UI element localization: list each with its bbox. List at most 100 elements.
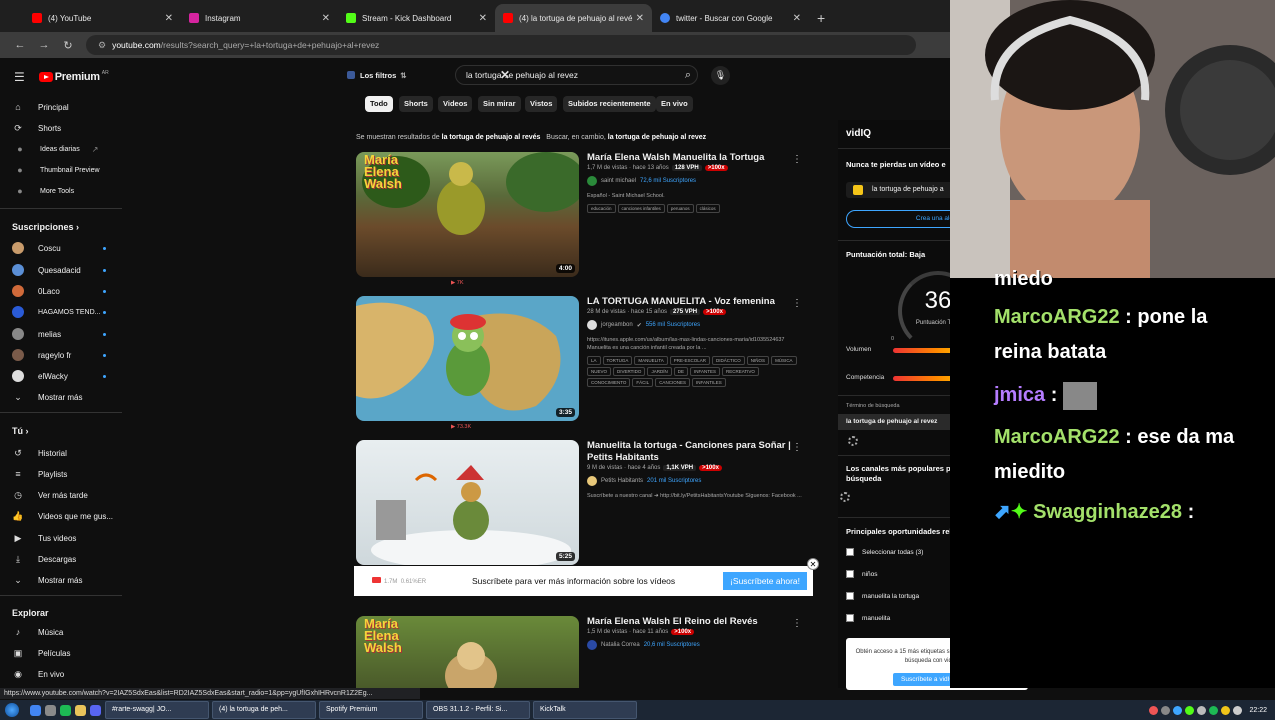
video-result[interactable]: María Elena Walsh 4:00 ▶ 7K María Elena Wa… bbox=[356, 152, 816, 292]
you-heading[interactable]: Tú › bbox=[12, 426, 29, 436]
opportunity-checkbox[interactable] bbox=[846, 614, 854, 622]
tray-icon[interactable] bbox=[1209, 705, 1219, 715]
close-tab-icon[interactable]: ✕ bbox=[793, 13, 801, 24]
corrected-term[interactable]: la tortuga de pehuajo al revés bbox=[442, 134, 541, 141]
chip-todo[interactable]: Todo bbox=[365, 96, 393, 112]
opportunity-checkbox[interactable] bbox=[846, 570, 854, 578]
subscription-item[interactable]: rageylo fr bbox=[12, 348, 120, 362]
video-thumbnail[interactable]: María Elena Walsh 4:00 bbox=[356, 152, 579, 277]
subscription-item[interactable]: melias bbox=[12, 327, 120, 341]
video-result[interactable]: María Elena Walsh María Elena Walsh El Rei… bbox=[356, 616, 816, 688]
video-thumbnail[interactable]: 3:35 bbox=[356, 296, 579, 421]
taskbar-window-spotify[interactable]: Spotify Premium bbox=[319, 701, 423, 719]
clear-search-icon[interactable]: ✕ bbox=[500, 58, 667, 92]
chip-videos[interactable]: Videos bbox=[438, 96, 473, 112]
taskbar-window-obs[interactable]: OBS 31.1.2 - Perfil: Si... bbox=[426, 701, 530, 719]
start-button[interactable] bbox=[0, 700, 24, 720]
subscription-item[interactable]: 0Laco bbox=[12, 284, 120, 298]
address-bar[interactable]: ⚙ youtube.com/results?search_query=+la+to… bbox=[86, 35, 916, 55]
sidebar-item-music[interactable]: ♪ Música bbox=[12, 625, 120, 639]
channel-row[interactable]: Natalia Correa 20,6 mil Suscriptores bbox=[587, 640, 802, 650]
app-icon[interactable] bbox=[90, 704, 101, 716]
video-title[interactable]: María Elena Walsh El Reino del Revés bbox=[587, 616, 802, 628]
browser-tab-active-search[interactable]: (4) la tortuga de pehuajo al revé ✕ bbox=[495, 4, 652, 32]
more-options-icon[interactable]: ⋮ bbox=[792, 618, 802, 629]
filters-button[interactable]: Los filtros ⇅ bbox=[347, 68, 407, 82]
video-title[interactable]: María Elena Walsh Manuelita la Tortuga bbox=[587, 152, 802, 164]
browser-tab-youtube[interactable]: (4) YouTube ✕ bbox=[24, 4, 181, 32]
close-tab-icon[interactable]: ✕ bbox=[636, 13, 644, 24]
hamburger-menu-icon[interactable]: ☰ bbox=[14, 70, 25, 84]
sidebar-item-downloads[interactable]: ⤓ Descargas bbox=[12, 552, 120, 566]
site-info-icon[interactable]: ⚙ bbox=[98, 40, 106, 51]
tray-icon[interactable] bbox=[1161, 705, 1171, 715]
forward-arrow-icon[interactable]: → bbox=[32, 39, 56, 51]
video-thumbnail[interactable]: 5:25 bbox=[356, 440, 579, 565]
back-arrow-icon[interactable]: ← bbox=[8, 39, 32, 51]
subscription-item[interactable]: Quesadacid bbox=[12, 263, 120, 277]
video-title[interactable]: LA TORTUGA MANUELITA - Voz femenina bbox=[587, 296, 802, 308]
sidebar-item-more-tools[interactable]: ● More Tools bbox=[14, 184, 122, 198]
opportunity-checkbox[interactable] bbox=[846, 592, 854, 600]
tray-icon[interactable] bbox=[1149, 705, 1159, 715]
youtube-logo[interactable]: ☰ Premium AR bbox=[14, 70, 109, 84]
voice-search-mic-icon[interactable]: 🎙 bbox=[711, 66, 730, 85]
search-input[interactable]: la tortuga de pehuajo al revez ✕ ⌕ bbox=[455, 65, 698, 85]
close-tab-icon[interactable]: ✕ bbox=[322, 13, 330, 24]
sidebar-item-principal[interactable]: ⌂ Principal bbox=[12, 100, 120, 114]
channel-name[interactable]: Natalia Correa bbox=[601, 642, 640, 648]
search-icon[interactable]: ⌕ bbox=[685, 69, 691, 82]
more-options-icon[interactable]: ⋮ bbox=[792, 298, 802, 309]
channel-row[interactable]: saint michael 72,6 mil Suscriptores bbox=[587, 176, 802, 186]
folder-icon[interactable] bbox=[75, 704, 86, 716]
show-more-button[interactable]: ⌄ Mostrar más bbox=[12, 573, 120, 587]
sidebar-item-live[interactable]: ◉ En vivo bbox=[12, 667, 120, 681]
select-all-checkbox[interactable] bbox=[846, 548, 854, 556]
subscription-item[interactable]: HAGAMOS TEND... bbox=[12, 305, 120, 319]
chip-recently-uploaded[interactable]: Subidos recientemente bbox=[563, 96, 656, 112]
chip-shorts[interactable]: Shorts bbox=[399, 96, 433, 112]
chip-live[interactable]: En vivo bbox=[656, 96, 693, 112]
app-icon[interactable] bbox=[60, 704, 71, 716]
more-options-icon[interactable]: ⋮ bbox=[792, 154, 802, 165]
close-tab-icon[interactable]: ✕ bbox=[479, 13, 487, 24]
new-tab-button[interactable]: + bbox=[817, 4, 825, 32]
show-more-button[interactable]: ⌄ Mostrar más bbox=[12, 390, 120, 404]
channel-name[interactable]: Petits Habitants bbox=[601, 478, 643, 484]
tray-icon[interactable] bbox=[1173, 705, 1183, 715]
channel-row[interactable]: Petits Habitants 201 mil Suscriptores bbox=[587, 476, 802, 486]
channel-name[interactable]: saint michael bbox=[601, 178, 636, 184]
reload-icon[interactable]: ↻ bbox=[56, 39, 80, 52]
sidebar-item-your-videos[interactable]: ▶ Tus videos bbox=[12, 531, 120, 545]
sidebar-item-ideas[interactable]: ● Ideas diarias ↗ bbox=[14, 142, 122, 156]
volume-icon[interactable] bbox=[1233, 705, 1243, 715]
browser-tab-instagram[interactable]: Instagram ✕ bbox=[181, 4, 338, 32]
close-icon[interactable]: ✕ bbox=[807, 558, 819, 570]
sidebar-item-playlists[interactable]: ≡ Playlists bbox=[12, 467, 120, 481]
subscriptions-heading[interactable]: Suscripciones › bbox=[12, 222, 79, 232]
browser-tab-google[interactable]: twitter - Buscar con Google ✕ bbox=[652, 4, 809, 32]
video-thumbnail[interactable]: María Elena Walsh bbox=[356, 616, 579, 688]
sidebar-item-shorts[interactable]: ⟳ Shorts bbox=[12, 121, 120, 135]
browser-tab-kick[interactable]: Stream - Kick Dashboard ✕ bbox=[338, 4, 495, 32]
sidebar-item-historial[interactable]: ↺ Historial bbox=[12, 446, 120, 460]
sidebar-item-liked[interactable]: 👍 Videos que me gus... bbox=[12, 509, 120, 523]
taskbar-window-chrome[interactable]: (4) la tortuga de peh... bbox=[212, 701, 316, 719]
tray-icon[interactable] bbox=[1197, 705, 1207, 715]
tray-icon[interactable] bbox=[1221, 705, 1231, 715]
video-result[interactable]: 5:25 Manuelita la tortuga - Canciones pa… bbox=[356, 440, 816, 565]
app-icon[interactable] bbox=[45, 704, 56, 716]
subscription-item[interactable]: Coscu bbox=[12, 241, 120, 255]
channel-name[interactable]: jorgeambon bbox=[601, 322, 633, 328]
taskbar-window-kicktalk[interactable]: KickTalk bbox=[533, 701, 637, 719]
subscribe-now-button[interactable]: ¡Suscríbete ahora! bbox=[723, 572, 807, 590]
sidebar-item-thumbnail-preview[interactable]: ● Thumbnail Preview bbox=[14, 163, 122, 177]
original-term-link[interactable]: la tortuga de pehuajo al revez bbox=[608, 134, 706, 141]
sidebar-item-movies[interactable]: ▣ Películas bbox=[12, 646, 120, 660]
chip-watched[interactable]: Vistos bbox=[525, 96, 558, 112]
taskbar-window-discord[interactable]: #rarte-swagg| JO... bbox=[105, 701, 209, 719]
chrome-icon[interactable] bbox=[30, 704, 41, 716]
chip-unwatched[interactable]: Sin mirar bbox=[478, 96, 521, 112]
close-tab-icon[interactable]: ✕ bbox=[165, 13, 173, 24]
sidebar-item-watch-later[interactable]: ◷ Ver más tarde bbox=[12, 488, 120, 502]
